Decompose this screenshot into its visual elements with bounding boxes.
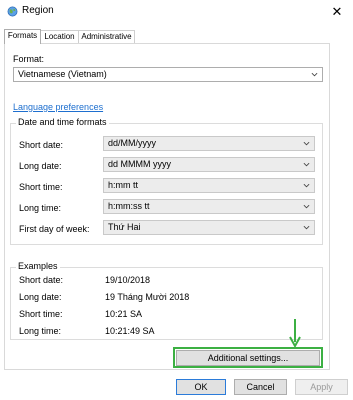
example-short-date-value: 19/10/2018 [105, 275, 151, 285]
ok-label: OK [194, 382, 208, 392]
short-time-dropdown[interactable]: h:mm tt [103, 178, 315, 193]
additional-settings-label: Additional settings... [207, 353, 289, 363]
example-long-time-label: Long time: [19, 326, 62, 336]
first-day-of-week-label: First day of week: [19, 224, 90, 234]
long-date-label: Long date: [19, 161, 62, 171]
format-label: Format: [13, 54, 45, 64]
tab-location[interactable]: Location [40, 30, 79, 43]
short-date-label: Short date: [19, 140, 64, 150]
region-globe-icon [7, 6, 18, 17]
language-preferences-link[interactable]: Language preferences [13, 102, 103, 112]
chevron-down-icon [303, 183, 310, 188]
chevron-down-icon [303, 162, 310, 167]
example-short-time-value: 10:21 SA [105, 309, 143, 319]
first-day-of-week-value: Thứ Hai [108, 222, 141, 232]
example-short-time-label: Short time: [19, 309, 63, 319]
tab-formats[interactable]: Formats [4, 29, 41, 44]
long-date-value: dd MMMM yyyy [108, 159, 171, 169]
long-time-value: h:mm:ss tt [108, 201, 150, 211]
window-title: Region [22, 5, 54, 16]
short-date-value: dd/MM/yyyy [108, 138, 157, 148]
short-time-value: h:mm tt [108, 180, 139, 190]
tab-label: Location [44, 32, 75, 41]
annotation-arrow-icon [289, 319, 301, 348]
apply-button[interactable]: Apply [295, 379, 348, 395]
title-bar: Region ✕ [0, 0, 353, 24]
chevron-down-icon [303, 141, 310, 146]
first-day-of-week-dropdown[interactable]: Thứ Hai [103, 220, 315, 235]
close-icon: ✕ [331, 4, 343, 19]
cancel-label: Cancel [246, 382, 275, 392]
examples-legend: Examples [16, 261, 60, 271]
long-time-label: Long time: [19, 203, 62, 213]
close-button[interactable]: ✕ [326, 3, 348, 21]
example-short-date-label: Short date: [19, 275, 64, 285]
ok-button[interactable]: OK [176, 379, 226, 395]
example-long-date-value: 19 Tháng Mười 2018 [105, 292, 190, 302]
chevron-down-icon [311, 72, 318, 77]
apply-label: Apply [310, 382, 333, 392]
cancel-button[interactable]: Cancel [234, 379, 287, 395]
chevron-down-icon [303, 225, 310, 230]
format-value: Vietnamese (Vietnam) [18, 69, 107, 79]
date-time-formats-legend: Date and time formats [16, 117, 109, 127]
long-time-dropdown[interactable]: h:mm:ss tt [103, 199, 315, 214]
long-date-dropdown[interactable]: dd MMMM yyyy [103, 157, 315, 172]
example-long-time-value: 10:21:49 SA [105, 326, 155, 336]
short-time-label: Short time: [19, 182, 63, 192]
tab-administrative[interactable]: Administrative [78, 30, 135, 43]
chevron-down-icon [303, 204, 310, 209]
short-date-dropdown[interactable]: dd/MM/yyyy [103, 136, 315, 151]
tab-label: Formats [7, 31, 38, 40]
tab-label: Administrative [81, 32, 132, 41]
additional-settings-button[interactable]: Additional settings... [176, 350, 320, 366]
format-dropdown[interactable]: Vietnamese (Vietnam) [13, 67, 323, 82]
example-long-date-label: Long date: [19, 292, 62, 302]
